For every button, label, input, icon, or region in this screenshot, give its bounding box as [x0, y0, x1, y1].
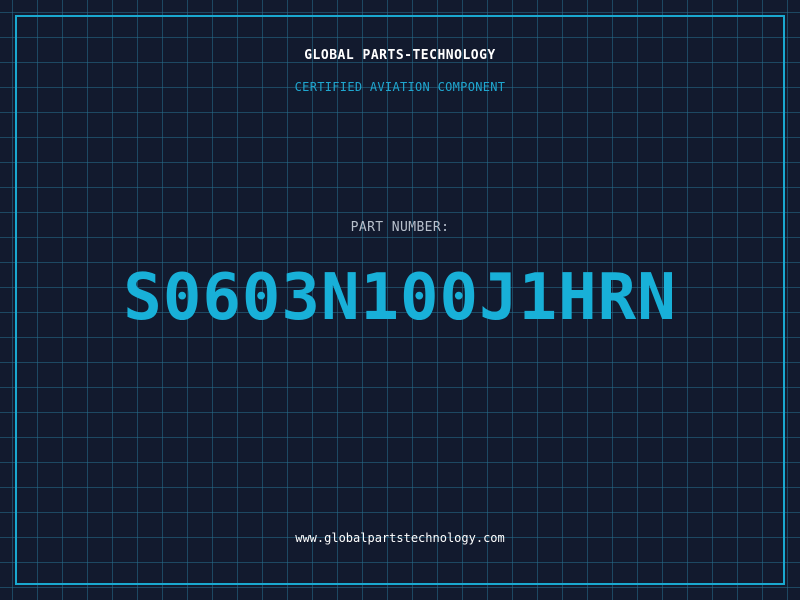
part-number-value: S0603N100J1HRN	[123, 261, 677, 335]
part-number-label: PART NUMBER:	[350, 220, 450, 235]
certification-subtitle: CERTIFIED AVIATION COMPONENT	[294, 80, 506, 94]
company-name: GLOBAL PARTS-TECHNOLOGY	[304, 48, 496, 63]
website-url: www.globalpartstechnology.com	[295, 531, 505, 545]
part-card: GLOBAL PARTS-TECHNOLOGY CERTIFIED AVIATI…	[0, 0, 800, 600]
